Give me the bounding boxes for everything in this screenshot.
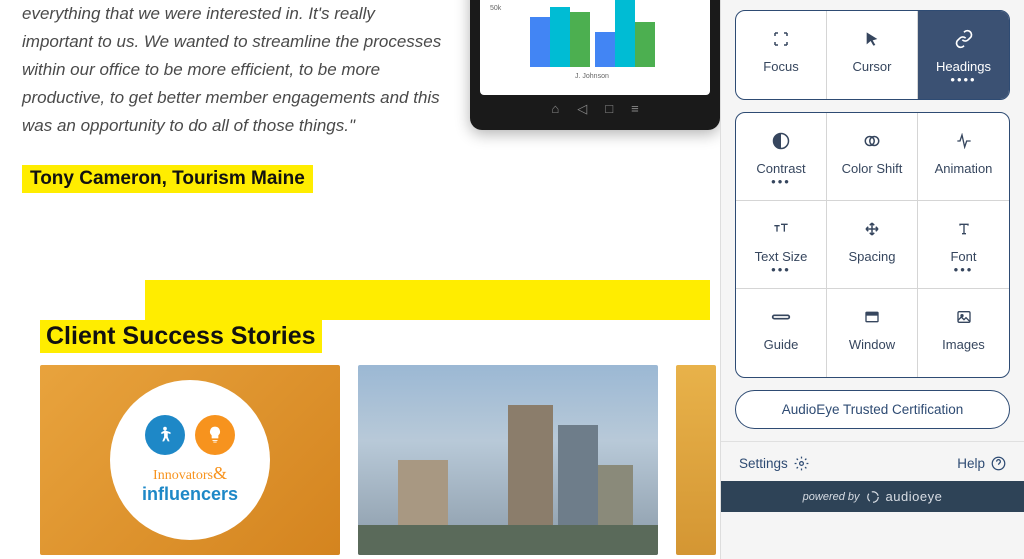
font-button[interactable]: Font ••• [918,201,1009,289]
gear-icon [794,456,809,471]
window-button[interactable]: Window [827,289,918,377]
help-link[interactable]: Help [957,456,1006,471]
page-content: everything that we were interested in. I… [0,0,710,559]
colorshift-icon [862,129,882,153]
guide-button[interactable]: Guide [736,289,827,377]
settings-link[interactable]: Settings [739,456,809,471]
animation-icon [954,129,974,153]
focus-icon [772,27,790,51]
testimonial-author: Tony Cameron, Tourism Maine [22,165,313,193]
guide-icon [771,305,791,329]
certification-button[interactable]: AudioEye Trusted Certification [735,390,1010,429]
section-heading: Client Success Stories [40,320,322,353]
colorshift-button[interactable]: Color Shift [827,113,918,201]
square-icon: □ [605,101,613,117]
story-card-city[interactable] [358,365,658,555]
panel-footer: Settings Help [721,441,1024,481]
audioeye-logo-icon [866,490,880,504]
window-icon [863,305,881,329]
lightbulb-icon [195,415,235,455]
badge-line1: Innovators& [153,463,227,484]
home-icon: ⌂ [551,101,559,117]
focus-button[interactable]: Focus [736,11,827,99]
images-icon [955,305,973,329]
cursor-button[interactable]: Cursor [827,11,918,99]
cursor-icon [864,27,880,51]
images-button[interactable]: Images [918,289,1009,377]
spacing-icon [863,217,881,241]
tablet-nav-bar: ⌂ ◁ □ ≡ [480,101,710,117]
tablet-mockup: $100k 50k J. Johnson ⌂ ◁ □ ≡ [470,0,720,130]
story-cards: Innovators& influencers [40,365,716,555]
contrast-icon [772,129,790,153]
bar-chart: $100k 50k J. Johnson [490,0,690,85]
panel-grid: Contrast ••• Color Shift Animation [735,112,1010,378]
accessibility-icon [145,415,185,455]
badge-line2: influencers [142,484,238,505]
panel-row-1: Focus Cursor Headings •••• [735,10,1010,100]
spacing-button[interactable]: Spacing [827,201,918,289]
testimonial-quote: everything that we were interested in. I… [22,0,442,140]
help-icon [991,456,1006,471]
story-card-partial[interactable] [676,365,716,555]
headings-button[interactable]: Headings •••• [918,11,1009,99]
menu-icon: ≡ [631,101,639,117]
tablet-screen: $100k 50k J. Johnson [480,0,710,95]
story-card-innovators[interactable]: Innovators& influencers [40,365,340,555]
textsize-button[interactable]: Text Size ••• [736,201,827,289]
animation-button[interactable]: Animation [918,113,1009,201]
textsize-icon [770,217,792,241]
accessibility-panel: Focus Cursor Headings •••• [720,0,1024,559]
link-icon [954,27,974,51]
font-icon [956,217,972,241]
contrast-button[interactable]: Contrast ••• [736,113,827,201]
powered-by-bar: powered by audioeye [721,481,1024,512]
innovators-badge: Innovators& influencers [110,380,270,540]
decorative-strip [145,280,710,320]
back-icon: ◁ [577,101,587,117]
